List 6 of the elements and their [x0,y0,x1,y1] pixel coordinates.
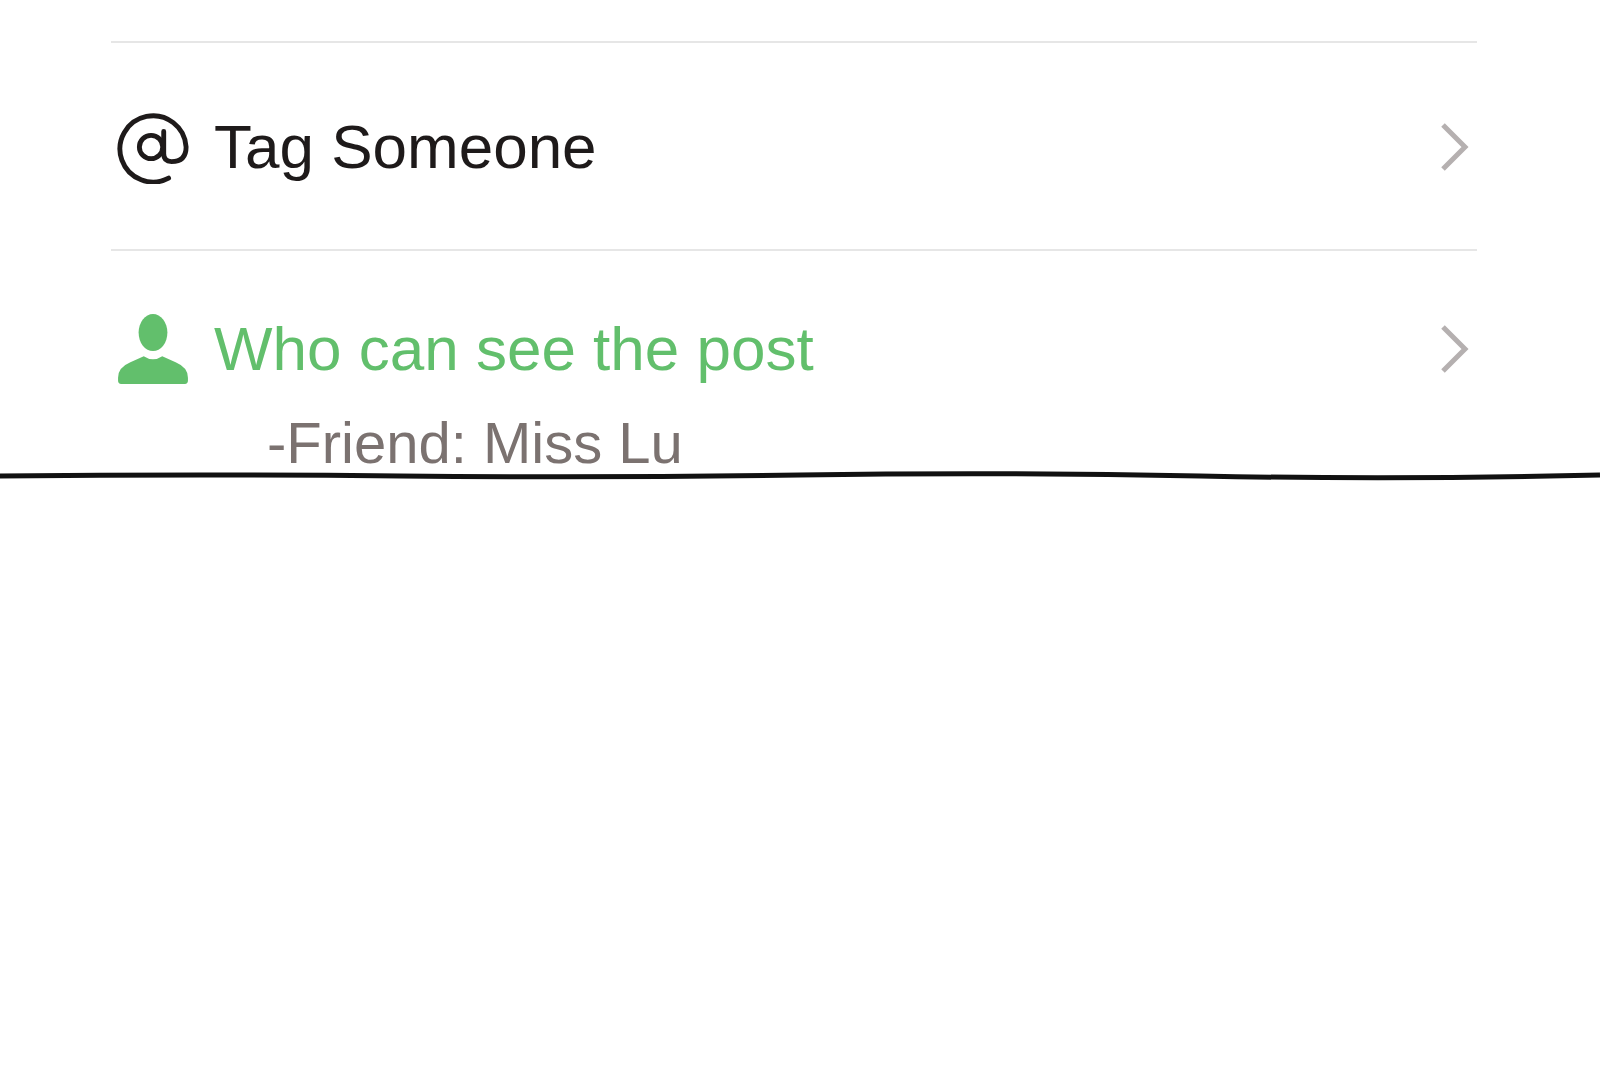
menu-row[interactable]: Tag Someone [111,109,1477,185]
chevron-right-icon [1439,122,1469,172]
at-sign-icon [116,110,190,184]
chevron-right-icon [1439,324,1469,374]
person-icon [116,312,190,386]
visibility-detail: -Friend: Miss Lu [267,415,683,471]
